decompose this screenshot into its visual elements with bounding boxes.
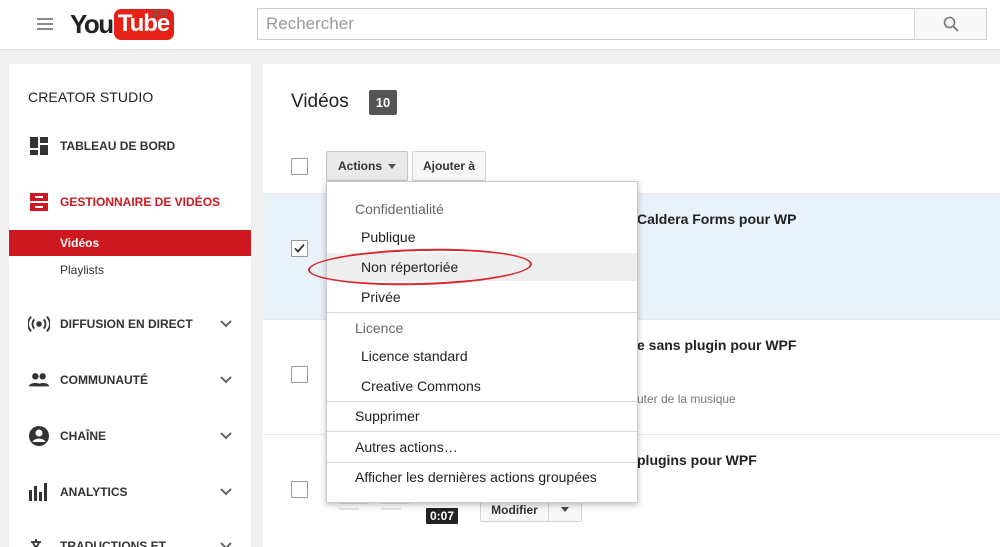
- sidebar: CREATOR STUDIO TABLEAU DE BORD GESTIONNA…: [9, 64, 251, 547]
- dashboard-icon: [28, 135, 50, 157]
- sidebar-item-dashboard[interactable]: TABLEAU DE BORD: [9, 132, 251, 160]
- checkmark-icon: [294, 243, 305, 253]
- search-button[interactable]: [914, 8, 987, 40]
- translate-icon: [28, 535, 50, 547]
- actions-dropdown: Confidentialité Publique Non répertoriée…: [326, 181, 638, 503]
- video-count-badge: 10: [369, 90, 397, 115]
- video-title[interactable]: Caldera Forms pour WP: [637, 211, 796, 227]
- chevron-down-icon[interactable]: [219, 375, 233, 385]
- row-checkbox[interactable]: [291, 240, 308, 257]
- row-checkbox[interactable]: [291, 366, 308, 383]
- caret-down-icon: [388, 163, 396, 169]
- search-input[interactable]: [257, 8, 915, 40]
- menu-icon[interactable]: [37, 18, 53, 30]
- row-checkbox[interactable]: [291, 481, 308, 498]
- menu-item-delete[interactable]: Supprimer: [327, 402, 637, 430]
- caret-down-icon: [561, 507, 569, 512]
- search-icon: [943, 16, 959, 32]
- privacy-header: Confidentialité: [355, 201, 444, 217]
- chevron-down-icon[interactable]: [219, 487, 233, 497]
- country-code: FR: [153, 9, 168, 21]
- license-header: Licence: [355, 320, 404, 336]
- sidebar-item-video-manager[interactable]: GESTIONNAIRE DE VIDÉOS: [9, 188, 251, 216]
- sidebar-item-analytics[interactable]: ANALYTICS: [9, 478, 251, 506]
- sidebar-item-translations[interactable]: TRADUCTIONS ET: [9, 532, 251, 547]
- sidebar-item-community[interactable]: COMMUNAUTÉ: [9, 366, 251, 394]
- sidebar-item-channel[interactable]: CHAÎNE: [9, 422, 251, 450]
- menu-item-standard-license[interactable]: Licence standard: [327, 342, 637, 370]
- chevron-down-icon[interactable]: [219, 541, 233, 547]
- video-manager-icon: [28, 191, 50, 213]
- menu-separator: [327, 312, 637, 313]
- menu-item-public[interactable]: Publique: [327, 223, 637, 251]
- sidebar-subitem-videos[interactable]: Vidéos: [9, 230, 251, 256]
- video-title[interactable]: e sans plugin pour WPF: [637, 337, 796, 353]
- chevron-down-icon[interactable]: [219, 319, 233, 329]
- live-broadcast-icon: [28, 313, 50, 335]
- video-duration: 0:07: [426, 508, 459, 524]
- top-header: You Tube FR: [0, 0, 1000, 50]
- video-description: uter de la musique: [637, 392, 736, 406]
- page-title: Vidéos: [291, 91, 349, 112]
- add-to-button[interactable]: Ajouter à: [412, 151, 486, 181]
- actions-button[interactable]: Actions: [326, 151, 408, 181]
- community-icon: [28, 369, 50, 391]
- sidebar-subitem-playlists[interactable]: Playlists: [9, 257, 251, 283]
- select-all-checkbox[interactable]: [291, 158, 308, 175]
- channel-icon: [28, 425, 50, 447]
- sidebar-item-live[interactable]: DIFFUSION EN DIRECT: [9, 310, 251, 338]
- analytics-icon: [28, 481, 50, 503]
- menu-separator: [327, 431, 637, 432]
- menu-item-show-bulk-actions[interactable]: Afficher les dernières actions groupées: [327, 463, 637, 491]
- creator-studio-title: CREATOR STUDIO: [28, 89, 154, 105]
- menu-item-private[interactable]: Privée: [327, 283, 637, 311]
- menu-item-creative-commons[interactable]: Creative Commons: [327, 372, 637, 400]
- menu-item-other-actions[interactable]: Autres actions…: [327, 433, 637, 461]
- video-title[interactable]: plugins pour WPF: [637, 452, 757, 468]
- chevron-down-icon[interactable]: [219, 431, 233, 441]
